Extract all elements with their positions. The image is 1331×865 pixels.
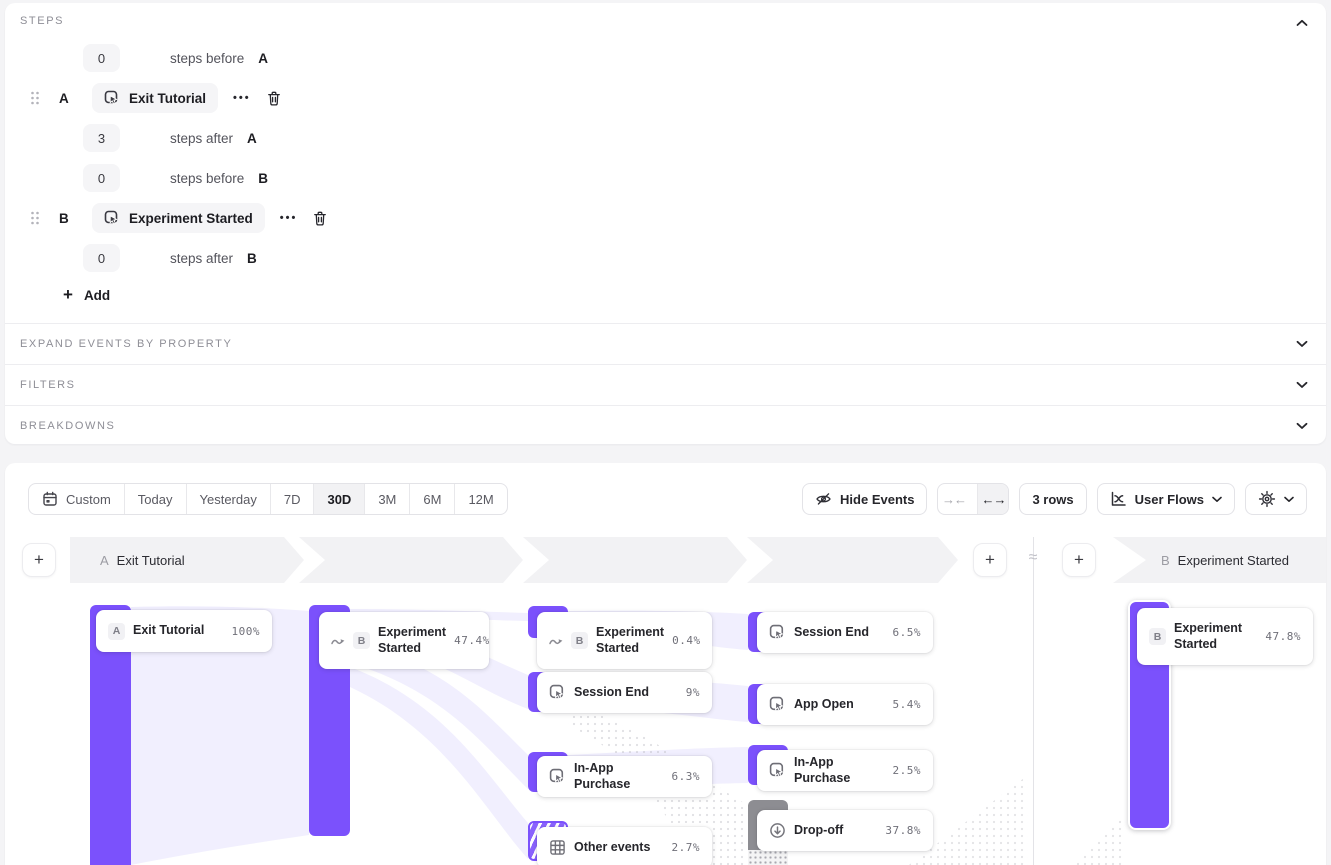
steps-after-b-row: 0 steps after B [83, 244, 257, 272]
step-a-more-button[interactable]: ••• [233, 92, 251, 104]
indirect-arrow-icon [549, 635, 563, 647]
event-icon [549, 684, 566, 701]
step-badge: A [108, 623, 125, 640]
steps-before-a-text: steps before [170, 51, 244, 66]
trash-icon [266, 90, 282, 107]
add-step-button[interactable]: + Add [63, 285, 110, 305]
node-value: 9% [686, 686, 700, 699]
steps-after-b-text: steps after [170, 251, 233, 266]
flow-node-experiment-started-b[interactable]: B Experiment Started 47.8% [1137, 608, 1313, 665]
node-value: 100% [232, 625, 261, 638]
step-a-event-label: Exit Tutorial [129, 91, 206, 106]
drop-off-icon [769, 822, 786, 839]
event-icon [769, 624, 786, 641]
chevron-up-icon [1296, 19, 1308, 27]
node-value: 5.4% [893, 698, 922, 711]
step-b-more-button[interactable]: ••• [280, 212, 298, 224]
drag-handle-icon[interactable] [30, 90, 40, 106]
step-a-delete-button[interactable] [266, 90, 282, 107]
steps-before-a-row: 0 steps before A [83, 44, 268, 72]
node-label: Experiment Started [1174, 621, 1246, 652]
step-badge: B [1149, 628, 1166, 645]
node-label: Session End [574, 685, 649, 701]
section-breakdowns[interactable]: BREAKDOWNS [5, 405, 1326, 446]
node-value: 47.4% [454, 634, 490, 647]
node-label: In-App Purchase [794, 755, 885, 786]
flow-node-session-end-9[interactable]: Session End 9% [537, 672, 712, 713]
event-icon [104, 90, 120, 106]
section-label: EXPAND EVENTS BY PROPERTY [20, 338, 232, 350]
node-label: Experiment Started [596, 625, 664, 656]
add-step-label: Add [84, 288, 110, 303]
event-icon [104, 210, 120, 226]
section-filters[interactable]: FILTERS [5, 364, 1326, 405]
section-expand-events-by-property[interactable]: EXPAND EVENTS BY PROPERTY [5, 323, 1326, 364]
flow-node-session-end-65[interactable]: Session End 6.5% [757, 612, 933, 653]
step-a-letter: A [59, 91, 73, 106]
chevron-down-icon [1296, 340, 1308, 348]
event-icon [769, 762, 786, 779]
grid-icon [549, 839, 566, 856]
steps-after-a-text: steps after [170, 131, 233, 146]
node-value: 0.4% [672, 634, 701, 647]
section-label: BREAKDOWNS [20, 420, 115, 432]
node-label: App Open [794, 697, 854, 713]
flow-node-app-open[interactable]: App Open 5.4% [757, 684, 933, 725]
steps-before-b-ref: B [258, 171, 268, 186]
step-b-event-label: Experiment Started [129, 211, 253, 226]
indirect-arrow-icon [331, 635, 345, 647]
flow-node-other-events[interactable]: Other events 2.7% [537, 827, 712, 865]
steps-before-b-row: 0 steps before B [83, 164, 268, 192]
node-value: 2.7% [672, 841, 701, 854]
steps-panel: STEPS 0 steps before A A Exit Tutorial •… [5, 3, 1326, 444]
node-label: Drop-off [794, 823, 843, 839]
section-label: FILTERS [20, 379, 76, 391]
node-value: 6.5% [893, 626, 922, 639]
steps-after-a-ref: A [247, 131, 257, 146]
steps-before-a-input[interactable]: 0 [83, 44, 120, 72]
chevron-down-icon [1296, 381, 1308, 389]
node-label: Other events [574, 840, 650, 856]
flow-node-in-app-purchase-63[interactable]: In-App Purchase 6.3% [537, 756, 712, 797]
steps-after-b-ref: B [247, 251, 257, 266]
steps-after-a-input[interactable]: 3 [83, 124, 120, 152]
step-b-row: B Experiment Started ••• [30, 203, 328, 233]
steps-after-b-input[interactable]: 0 [83, 244, 120, 272]
step-b-event-button[interactable]: Experiment Started [92, 203, 265, 233]
report-panel: Custom Today Yesterday 7D 30D 3M 6M 12M … [5, 463, 1326, 865]
step-a-row: A Exit Tutorial ••• [30, 83, 282, 113]
node-label: Exit Tutorial [133, 623, 204, 639]
event-icon [549, 768, 566, 785]
drag-handle-icon[interactable] [30, 210, 40, 226]
step-b-delete-button[interactable] [312, 210, 328, 227]
steps-before-a-ref: A [258, 51, 268, 66]
node-value: 37.8% [885, 824, 921, 837]
flow-node-drop-off[interactable]: Drop-off 37.8% [757, 810, 933, 851]
steps-title: STEPS [20, 15, 64, 27]
flow-node-experiment-started-47[interactable]: B Experiment Started 47.4% [319, 612, 489, 669]
node-label: Session End [794, 625, 869, 641]
steps-before-b-text: steps before [170, 171, 244, 186]
node-label: In-App Purchase [574, 761, 664, 792]
plus-icon: + [63, 285, 73, 305]
step-a-event-button[interactable]: Exit Tutorial [92, 83, 218, 113]
steps-before-b-input[interactable]: 0 [83, 164, 120, 192]
step-b-letter: B [59, 211, 73, 226]
chevron-down-icon [1296, 422, 1308, 430]
node-label: Experiment Started [378, 625, 446, 656]
node-value: 6.3% [672, 770, 701, 783]
step-badge: B [571, 632, 588, 649]
step-badge: B [353, 632, 370, 649]
flow-node-in-app-purchase-25[interactable]: In-App Purchase 2.5% [757, 750, 933, 791]
collapse-steps-button[interactable] [1294, 15, 1310, 31]
steps-after-a-row: 3 steps after A [83, 124, 257, 152]
node-value: 2.5% [893, 764, 922, 777]
event-icon [769, 696, 786, 713]
flow-node-exit-tutorial[interactable]: A Exit Tutorial 100% [96, 610, 272, 652]
flow-bar-drop-off-tail [748, 850, 788, 865]
trash-icon [312, 210, 328, 227]
flow-node-experiment-started-04[interactable]: B Experiment Started 0.4% [537, 612, 712, 669]
node-value: 47.8% [1265, 630, 1301, 643]
